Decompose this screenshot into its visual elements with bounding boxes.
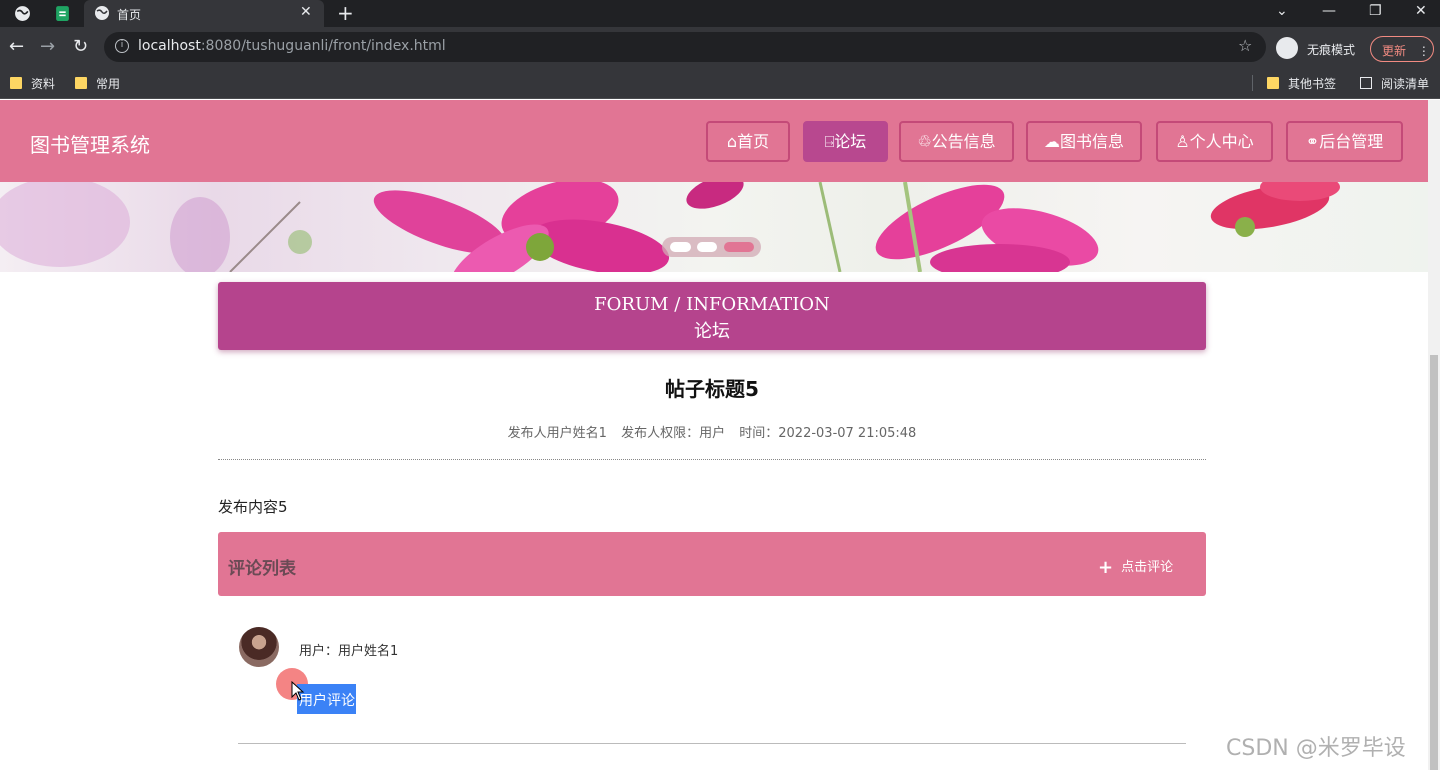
globe-icon: [95, 6, 109, 20]
url-text: localhost:8080/tushuguanli/front/index.h…: [138, 38, 446, 54]
scrollbar-thumb[interactable]: [1430, 355, 1438, 770]
bookmark-folder-changyong[interactable]: 常用: [75, 75, 120, 92]
folder-icon: [10, 77, 22, 89]
post-title: 帖子标题5: [665, 377, 759, 401]
carousel-dot-1[interactable]: [670, 242, 691, 252]
carousel-dot-3-active[interactable]: [724, 242, 754, 252]
folder-icon: [1267, 77, 1279, 89]
folder-icon: [75, 77, 87, 89]
close-tab-icon[interactable]: ✕: [300, 4, 312, 20]
bookmarks-bar: 资料 常用 其他书签 阅读清单: [0, 67, 1440, 99]
active-tab[interactable]: 首页 ✕: [84, 0, 324, 27]
comment-text: 用户评论: [297, 684, 356, 714]
site-header: 图书管理系统 ⌂首页 ⍈论坛 ♲公告信息 ☁图书信息 ♙个人中心 ⚭后台管理: [0, 100, 1428, 182]
new-tab-icon[interactable]: +: [337, 1, 354, 25]
section-title-cn: 论坛: [694, 321, 730, 342]
add-comment-button[interactable]: + 点击评论: [1098, 556, 1173, 578]
post-divider: [218, 459, 1206, 460]
post-content: 发布内容5: [218, 498, 288, 516]
forward-icon[interactable]: →: [40, 36, 55, 57]
mouse-cursor-icon: [291, 681, 305, 701]
avatar: [239, 627, 279, 667]
comment-divider: [238, 743, 1186, 744]
watermark: CSDN @米罗毕设: [1226, 736, 1406, 761]
nav-forum[interactable]: ⍈论坛: [803, 121, 888, 162]
minimize-icon[interactable]: —: [1322, 3, 1336, 19]
comment-user: 用户：用户姓名1: [299, 644, 399, 659]
post-time: 时间：2022-03-07 21:05:48: [739, 426, 917, 441]
url-input[interactable]: i localhost:8080/tushuguanli/front/index…: [104, 32, 1266, 62]
bookmark-folder-ziliao[interactable]: 资料: [10, 75, 55, 92]
tab-title: 首页: [117, 8, 142, 22]
banner-carousel[interactable]: [0, 182, 1428, 272]
page-scrollbar[interactable]: [1428, 100, 1440, 770]
nav-books[interactable]: ☁图书信息: [1026, 121, 1142, 162]
reading-list-icon: [1360, 77, 1372, 89]
site-info-icon[interactable]: i: [115, 39, 129, 53]
reload-icon[interactable]: ↻: [73, 36, 88, 57]
tab-search-icon[interactable]: ⌄: [1276, 3, 1288, 19]
browser-tab-bar: 首页 ✕ + ⌄ — ❐ ✕: [0, 0, 1440, 27]
nav-notice[interactable]: ♲公告信息: [899, 121, 1014, 162]
bookmark-separator: [1252, 75, 1253, 91]
carousel-indicators: [662, 237, 761, 257]
comment-list-header: 评论列表 + 点击评论: [218, 532, 1206, 596]
flower-banner-image: [0, 182, 1340, 272]
incognito-label: 无痕模式: [1307, 43, 1356, 57]
post-role: 发布人权限：用户: [621, 426, 726, 441]
other-bookmarks[interactable]: 其他书签: [1267, 75, 1336, 92]
post-author: 发布人用户姓名1: [507, 426, 607, 441]
section-title-en: FORUM / INFORMATION: [594, 294, 830, 315]
reading-list[interactable]: 阅读清单: [1360, 75, 1429, 92]
address-toolbar: ← → ↻ i localhost:8080/tushuguanli/front…: [0, 27, 1440, 67]
nav-admin[interactable]: ⚭后台管理: [1286, 121, 1403, 162]
globe-icon[interactable]: [14, 5, 31, 22]
nav-user-center[interactable]: ♙个人中心: [1156, 121, 1273, 162]
plus-icon: +: [1098, 557, 1114, 578]
post-meta: 发布人用户姓名1 发布人权限：用户 时间：2022-03-07 21:05:48: [218, 422, 1206, 441]
section-title: FORUM / INFORMATION 论坛: [218, 282, 1206, 350]
carousel-dot-2[interactable]: [697, 242, 717, 252]
nav-home[interactable]: ⌂首页: [706, 121, 790, 162]
close-window-icon[interactable]: ✕: [1415, 3, 1427, 19]
bookmark-star-icon[interactable]: ☆: [1238, 36, 1252, 55]
back-icon[interactable]: ←: [9, 36, 24, 57]
update-button[interactable]: 更新 ⋮: [1370, 36, 1434, 62]
comment-list-title: 评论列表: [228, 559, 296, 579]
site-title[interactable]: 图书管理系统: [30, 129, 150, 158]
incognito-icon[interactable]: [1276, 37, 1298, 59]
sheets-icon[interactable]: [54, 5, 71, 22]
restore-icon[interactable]: ❐: [1369, 3, 1382, 19]
